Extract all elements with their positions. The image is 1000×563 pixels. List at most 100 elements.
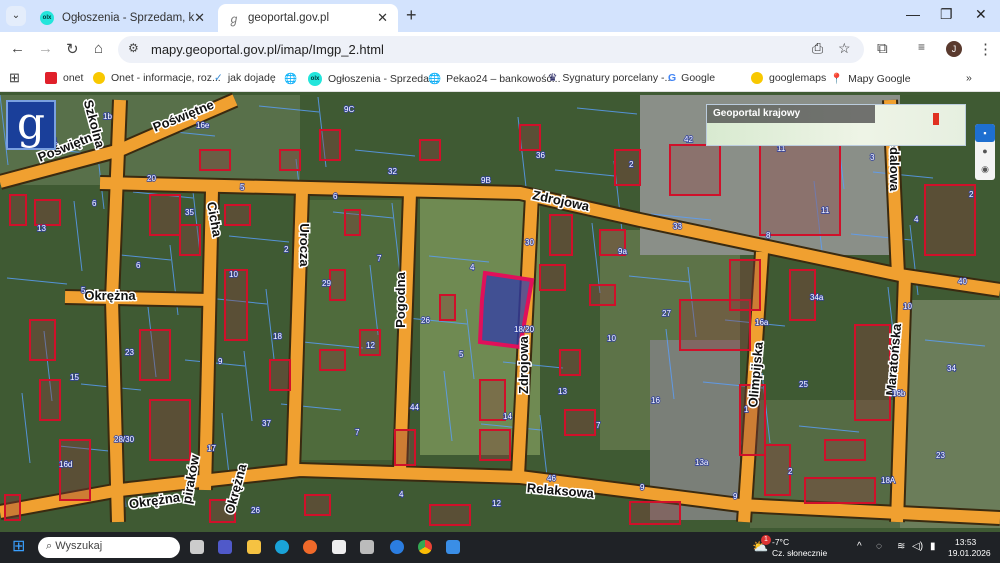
house-number: 7 [596,421,601,430]
tab-search-button[interactable]: ⌄ [6,6,26,26]
home-button[interactable]: ⌂ [94,40,103,57]
house-number: 4 [399,490,404,499]
parcel-boundary [73,200,83,272]
bookmark-sygnatury[interactable]: ♛ Sygnatury porcelany -... [548,72,673,84]
map-canvas[interactable]: Poświętne Poświętne Szkolna Zdrojowa Okrężna… [0,92,1000,532]
restore-button[interactable]: ❐ [940,6,953,23]
house-number: 18 [273,332,282,341]
parcel-boundary [554,169,616,177]
bookmark-onet[interactable]: onet [45,72,83,84]
more-bookmarks-button[interactable]: » [966,72,972,84]
clock-time[interactable]: 13:53 [955,537,976,547]
new-tab-button[interactable]: + [406,5,417,26]
bookmark-onet-info[interactable]: Onet - informacje, roz... [93,72,221,84]
chrome-icon[interactable] [418,540,432,554]
house-number: 27 [662,309,671,318]
close-tab-icon[interactable]: ✕ [377,10,388,26]
bookmark-label: Ogłoszenia - Sprzeda... [328,73,438,85]
minimize-button[interactable]: — [906,6,920,22]
bookmark-google[interactable]: G Google [668,72,715,84]
building-outline [439,294,456,321]
app-drop-icon[interactable] [390,540,404,554]
bookmark-star-icon[interactable]: ☆ [838,40,851,57]
house-number: 42 [684,135,693,144]
view-mode-button[interactable]: ● [975,142,995,160]
file-explorer-icon[interactable] [247,540,261,554]
house-number: 36 [536,151,545,160]
menu-icon[interactable]: ⋮ [978,40,993,58]
street-label: Zdrojowa [516,335,531,394]
house-number: 8 [766,231,771,240]
tab-olx[interactable]: olx Ogłoszenia - Sprzedam, kupię na OLX … [30,4,215,32]
house-number: 10 [903,302,912,311]
volume-icon[interactable]: ◁) [912,542,923,552]
view-mode-2d-button[interactable]: ▪ [975,124,995,142]
building-outline [519,124,541,151]
parcel-boundary [591,222,601,294]
house-number: 11 [821,206,830,215]
bookmark-olx[interactable]: olx Ogłoszenia - Sprzeda... [308,72,438,86]
battery-icon[interactable]: ▮ [930,542,936,552]
house-number: 2 [788,467,793,476]
building-outline [669,144,721,196]
taskbar-search[interactable]: ⌕ Wyszukaj [38,537,180,558]
store-icon[interactable] [332,540,346,554]
building-outline [429,504,471,526]
bookmark-globe[interactable]: 🌐 [284,72,297,85]
house-number: 2 [284,245,289,254]
address-bar[interactable]: ⚙ mapy.geoportal.gov.pl/imap/Imgp_2.html… [118,36,864,63]
forward-button[interactable]: → [38,40,53,57]
building-outline [149,399,191,461]
tab-geoportal[interactable]: ℊ geoportal.gov.pl ✕ [218,4,398,32]
bookmarks-bar: ⊞ onet Onet - informacje, roz... ✓ jak do… [0,66,1000,92]
building-outline [479,429,511,461]
firefox-icon[interactable] [303,540,317,554]
wifi-icon[interactable]: ≋ [897,542,905,552]
globe-icon: 🌐 [428,73,442,85]
house-number: 17 [207,444,216,453]
media-control-icon[interactable]: ≡ [918,40,925,54]
extensions-icon[interactable]: ⧉ [877,40,888,57]
profile-avatar[interactable]: J [946,41,962,57]
bookmark-jakdojade[interactable]: ✓ jak dojadę [214,72,276,84]
bookmark-googlemaps[interactable]: googlemaps [751,72,826,84]
building-outline [59,439,91,501]
bookmark-label: Sygnatury porcelany -... [562,72,674,84]
teams-icon[interactable] [218,540,232,554]
reload-button[interactable]: ↻ [66,40,79,58]
house-number: 12 [366,341,375,350]
close-tab-icon[interactable]: ✕ [194,10,205,26]
back-button[interactable]: ← [10,40,25,57]
clock-date[interactable]: 19.01.2026 [948,548,991,558]
bookmark-label: Pekao24 – bankowość... [446,72,561,85]
edge-icon[interactable] [275,540,289,554]
install-app-icon[interactable]: ⎙ [812,40,823,57]
show-hidden-icons[interactable]: ^ [857,542,862,552]
house-number: 14 [503,412,512,421]
house-number: 7 [355,428,360,437]
onedrive-icon[interactable]: ◌ [876,542,882,552]
house-number: 46 [547,474,556,483]
start-button[interactable]: ⊞ [12,539,25,555]
bookmark-mapy-google[interactable]: 📍 Mapy Google [830,72,911,86]
geoportal-logo[interactable]: g [6,100,56,150]
house-number: 9B [481,176,491,185]
task-view-icon[interactable] [190,540,204,554]
close-window-button[interactable]: ✕ [975,6,987,23]
overview-map[interactable]: Geoportal krajowy [706,104,966,146]
parcel-boundary [265,288,275,360]
crown-icon: ♛ [548,72,558,84]
photos-icon[interactable] [446,540,460,554]
apps-icon[interactable]: ⊞ [9,70,20,86]
olx-icon: olx [40,11,54,25]
orthophoto-map[interactable]: PoświętnePoświętneSzkolnaZdrojowaOkrężna… [0,92,1000,532]
site-info-icon[interactable]: ⚙ [128,41,139,55]
app-icon[interactable] [360,540,374,554]
house-number: 13 [558,387,567,396]
view-mode-3d-button[interactable]: ◉ [975,160,995,178]
parcel-boundary [354,149,416,157]
circle-icon [751,72,763,84]
globe-icon: 🌐 [284,73,298,85]
bookmark-pekao[interactable]: 🌐 Pekao24 – bankowość... [428,72,561,86]
url-text[interactable]: mapy.geoportal.gov.pl/imap/Imgp_2.html [151,42,384,57]
